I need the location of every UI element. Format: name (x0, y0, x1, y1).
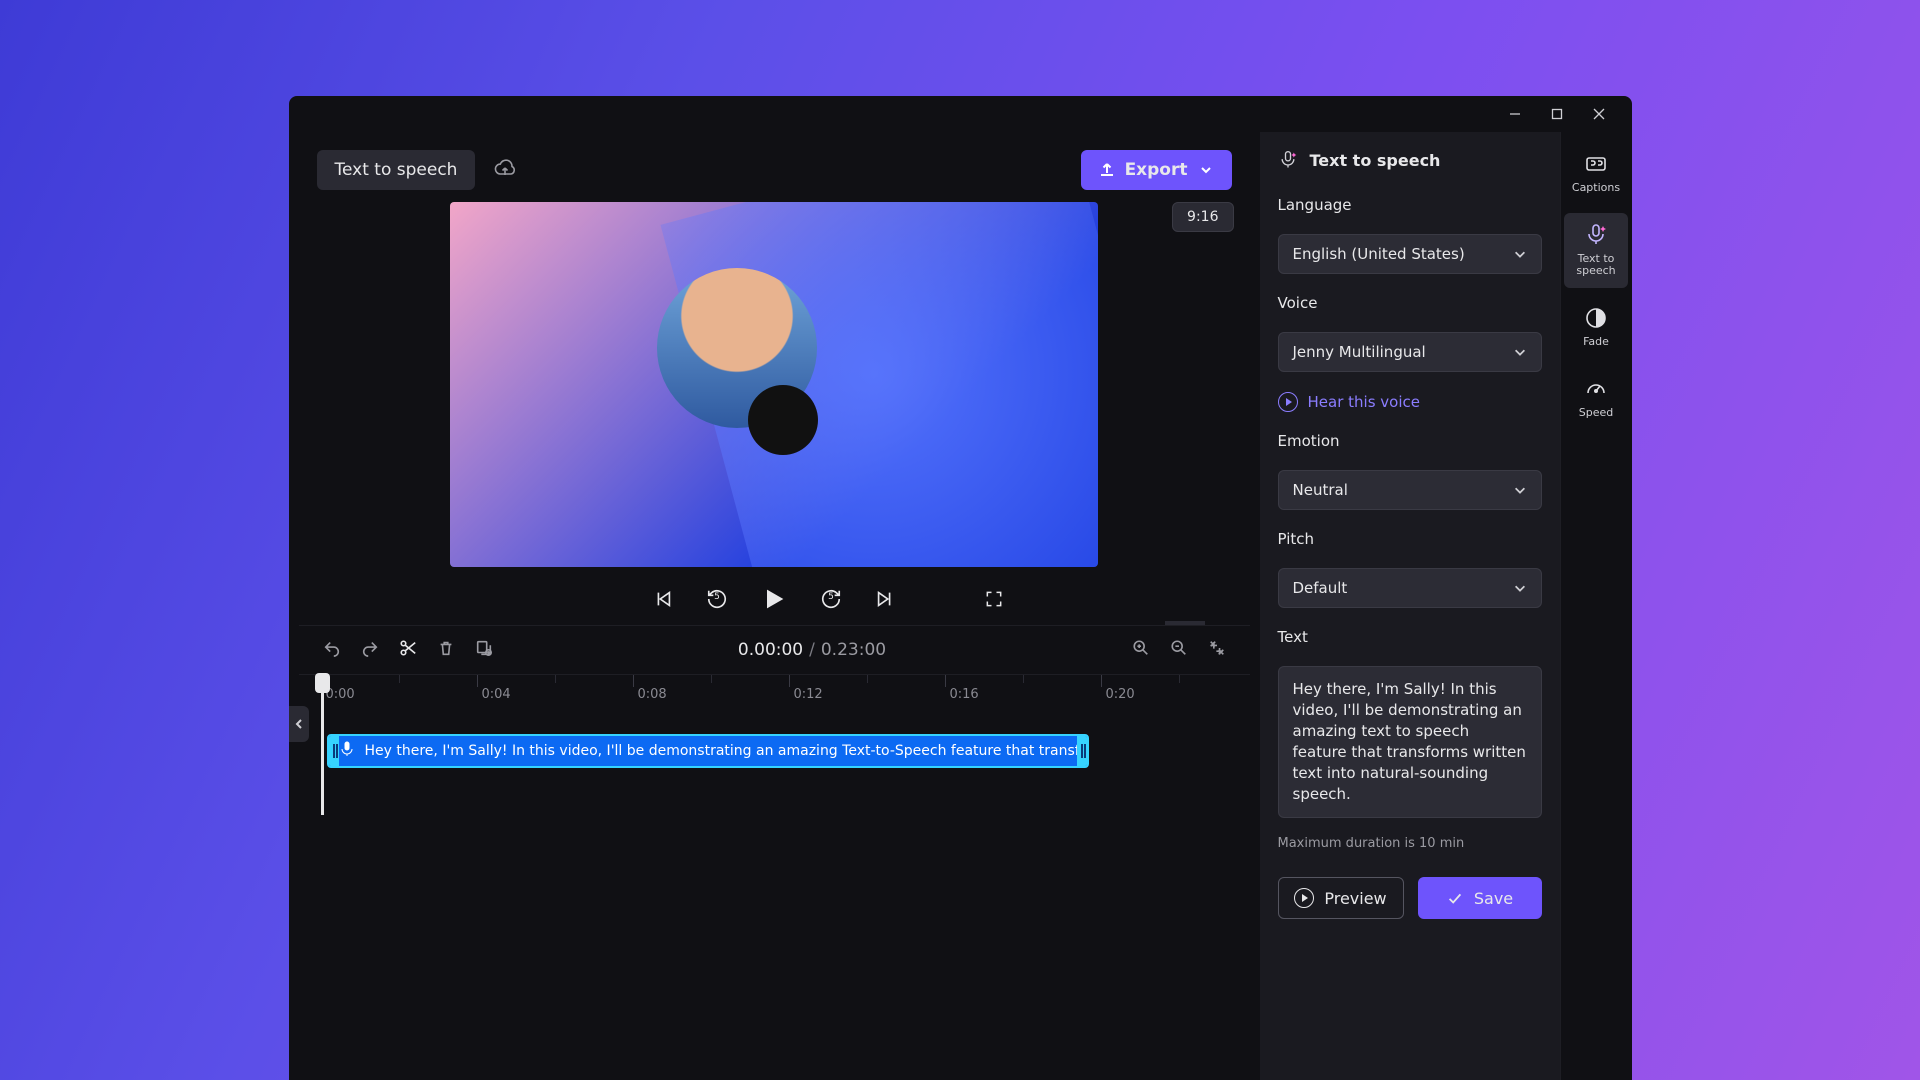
jump-back-seconds: 5 (706, 592, 728, 602)
current-time: 0.00:00 (738, 640, 803, 660)
cloud-sync-icon[interactable] (493, 156, 517, 184)
ruler-minor-tick (399, 675, 400, 683)
text-label: Text (1278, 628, 1542, 646)
window-titlebar (289, 96, 1632, 132)
redo-button[interactable] (361, 639, 379, 661)
ruler-tick: 0:08 (633, 675, 667, 687)
voice-select[interactable]: Jenny Multilingual (1278, 332, 1542, 372)
pitch-select[interactable]: Default (1278, 568, 1542, 608)
ruler-tick: 0:16 (945, 675, 979, 687)
video-preview[interactable] (450, 202, 1098, 567)
hear-voice-button[interactable]: Hear this voice (1278, 392, 1542, 412)
rail-text-to-speech[interactable]: Text to speech (1564, 213, 1628, 288)
aspect-ratio-badge[interactable]: 9:16 (1172, 202, 1233, 232)
save-button[interactable]: Save (1418, 877, 1542, 919)
check-icon (1446, 889, 1464, 907)
rail-captions-label: Captions (1572, 182, 1620, 195)
fullscreen-button[interactable] (984, 589, 1004, 613)
window-maximize-button[interactable] (1548, 105, 1566, 123)
chevron-down-icon (1513, 247, 1527, 261)
preview-button[interactable]: Preview (1278, 877, 1404, 919)
ruler-minor-tick (867, 675, 868, 683)
app-window: Text to speech Export 9:16 (289, 96, 1632, 1080)
project-title-chip[interactable]: Text to speech (317, 150, 476, 190)
tts-clip[interactable]: Hey there, I'm Sally! In this video, I'l… (327, 734, 1089, 768)
language-label: Language (1278, 196, 1542, 214)
timeline: 0.00:00/0.23:00 0:00 0:04 0:08 0:12 0:16 (299, 625, 1250, 815)
tool-rail: Captions Text to speech Fade Speed (1560, 132, 1632, 1080)
rail-tts-label: Text to speech (1566, 253, 1626, 278)
export-button[interactable]: Export (1081, 150, 1232, 190)
emotion-label: Emotion (1278, 432, 1542, 450)
text-input[interactable]: Hey there, I'm Sally! In this video, I'l… (1278, 666, 1542, 818)
rail-fade-label: Fade (1583, 336, 1609, 349)
expand-left-panel-button[interactable] (289, 706, 309, 742)
jump-fwd-seconds: 5 (820, 592, 842, 602)
ruler-minor-tick (711, 675, 712, 683)
panel-title: Text to speech (1310, 151, 1441, 170)
clip-handle-left[interactable] (329, 736, 339, 766)
split-button[interactable] (399, 639, 417, 661)
rail-speed-label: Speed (1579, 407, 1613, 420)
time-ruler[interactable]: 0:00 0:04 0:08 0:12 0:16 0:20 (299, 674, 1250, 704)
emotion-select[interactable]: Neutral (1278, 470, 1542, 510)
main-row: Text to speech Export 9:16 (289, 132, 1632, 1080)
undo-button[interactable] (323, 639, 341, 661)
pitch-label: Pitch (1278, 530, 1542, 548)
jump-forward-button[interactable]: 5 (820, 588, 842, 614)
text-hint: Maximum duration is 10 min (1278, 836, 1542, 851)
export-button-label: Export (1125, 160, 1188, 180)
rail-fade[interactable]: Fade (1564, 296, 1628, 359)
chevron-down-icon (1513, 345, 1527, 359)
language-select[interactable]: English (United States) (1278, 234, 1542, 274)
fit-timeline-button[interactable] (1208, 639, 1226, 661)
time-display: 0.00:00/0.23:00 (513, 640, 1112, 660)
panel-header: Text to speech (1278, 150, 1542, 170)
timeline-toolbar: 0.00:00/0.23:00 (299, 626, 1250, 674)
emotion-value: Neutral (1293, 481, 1348, 499)
play-circle-icon (1294, 888, 1314, 908)
total-time: 0.23:00 (821, 640, 886, 660)
panel-buttons: Preview Save (1278, 877, 1542, 919)
voice-label: Voice (1278, 294, 1542, 312)
rail-captions[interactable]: Captions (1564, 142, 1628, 205)
delete-button[interactable] (437, 639, 455, 661)
window-close-button[interactable] (1590, 105, 1608, 123)
ruler-tick: 0:20 (1101, 675, 1135, 687)
pitch-value: Default (1293, 579, 1348, 597)
language-value: English (United States) (1293, 245, 1465, 263)
properties-panel: Text to speech Language English (United … (1260, 132, 1560, 1080)
microphone-icon (1278, 150, 1298, 170)
timeline-track[interactable]: Hey there, I'm Sally! In this video, I'l… (317, 734, 1232, 784)
play-button[interactable] (760, 585, 788, 617)
hear-voice-label: Hear this voice (1308, 393, 1420, 411)
voice-value: Jenny Multilingual (1293, 343, 1426, 361)
rail-speed[interactable]: Speed (1564, 367, 1628, 430)
microphone-icon (339, 741, 355, 761)
play-circle-icon (1278, 392, 1298, 412)
skip-end-button[interactable] (874, 588, 896, 614)
editor-toolbar: Text to speech Export (299, 132, 1250, 202)
chevron-down-icon (1513, 483, 1527, 497)
ruler-tick: 0:04 (477, 675, 511, 687)
editor-area: Text to speech Export 9:16 (289, 132, 1260, 1080)
zoom-out-button[interactable] (1170, 639, 1188, 661)
clip-handle-right[interactable] (1077, 736, 1087, 766)
save-button-label: Save (1474, 889, 1513, 908)
toolbar-left-group: Text to speech (317, 150, 518, 190)
window-minimize-button[interactable] (1506, 105, 1524, 123)
transport-controls: 5 5 (299, 567, 1250, 625)
jump-back-button[interactable]: 5 (706, 588, 728, 614)
chevron-down-icon (1513, 581, 1527, 595)
preview-wrap: 9:16 (299, 202, 1250, 567)
preview-button-label: Preview (1324, 889, 1386, 908)
ruler-minor-tick (555, 675, 556, 683)
zoom-in-button[interactable] (1132, 639, 1150, 661)
duplicate-button[interactable] (475, 639, 493, 661)
skip-start-button[interactable] (652, 588, 674, 614)
clip-text: Hey there, I'm Sally! In this video, I'l… (365, 743, 1077, 759)
ruler-minor-tick (1179, 675, 1180, 683)
ruler-minor-tick (1023, 675, 1024, 683)
ruler-tick: 0:12 (789, 675, 823, 687)
